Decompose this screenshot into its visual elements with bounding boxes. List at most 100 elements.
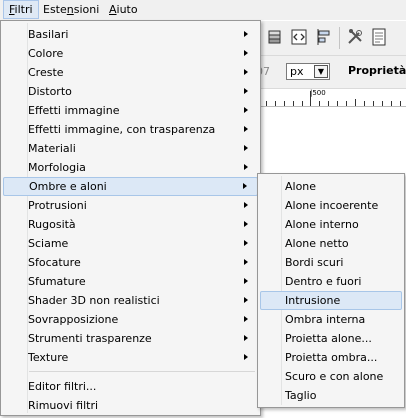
menubar: Filtri Estensioni Aiuto (0, 0, 406, 21)
menu-item-sfocature[interactable]: Sfocature (3, 253, 258, 272)
menu-item-distorto[interactable]: Distorto (3, 82, 258, 101)
menu-item-creste[interactable]: Creste (3, 63, 258, 82)
submenu-item-intrusione[interactable]: Intrusione (260, 291, 402, 310)
menu-item-label: Morfologia (28, 161, 86, 174)
menu-estensioni-label-a: Este (43, 3, 67, 16)
submenu-item-label: Proietta ombra... (285, 351, 378, 364)
submenu-item-ombra-interna[interactable]: Ombra interna (260, 310, 402, 329)
unit-select[interactable]: px ▼ (286, 63, 330, 80)
xml-editor-icon[interactable] (290, 28, 308, 46)
menu-item-texture[interactable]: Texture (3, 348, 258, 367)
menu-item-sfumature[interactable]: Sfumature (3, 272, 258, 291)
submenu-item-label: Alone incoerente (285, 199, 379, 212)
chevron-down-icon[interactable]: ▼ (314, 65, 328, 78)
submenu-item-label: Dentro e fuori (285, 275, 362, 288)
menu-item-label: Colore (28, 47, 64, 60)
menu-item-rimuovi-filtri[interactable]: Rimuovi filtri (3, 396, 258, 415)
menu-item-label: Strumenti trasparenze (28, 332, 152, 345)
submenu-arrow-icon (243, 183, 247, 189)
submenu-item-proietta-ombra[interactable]: Proietta ombra... (260, 348, 402, 367)
submenu-arrow-icon (244, 107, 248, 113)
submenu-item-alone-incoerente[interactable]: Alone incoerente (260, 196, 402, 215)
submenu-arrow-icon (244, 164, 248, 170)
submenu-item-label: Taglio (285, 389, 317, 402)
submenu-arrow-icon (244, 69, 248, 75)
shadows-glows-submenu: Alone Alone incoerente Alone interno Alone … (257, 173, 405, 408)
menu-item-label: Protrusioni (28, 199, 87, 212)
unit-select-value: px (290, 65, 304, 78)
menu-item-effetti-immagine-con-trasparenza[interactable]: Effetti immagine, con trasparenza (3, 120, 258, 139)
menu-item-label: Creste (28, 66, 64, 79)
menu-item-sovrapposizione[interactable]: Sovrapposizione (3, 310, 258, 329)
menu-item-materiali[interactable]: Materiali (3, 139, 258, 158)
menu-item-label: Sfocature (28, 256, 81, 269)
menu-item-shader-3d-non-realistici[interactable]: Shader 3D non realistici (3, 291, 258, 310)
menu-item-label: Distorto (28, 85, 72, 98)
document-properties-icon[interactable] (370, 28, 388, 46)
menu-item-label: Ombre e aloni (29, 180, 107, 193)
menu-item-label: Sfumature (28, 275, 86, 288)
filters-menu: Basilari Colore Creste Distorto Effetti imma… (0, 20, 261, 416)
submenu-arrow-icon (244, 297, 248, 303)
submenu-arrow-icon (244, 259, 248, 265)
submenu-item-label: Alone (285, 180, 317, 193)
menu-item-label: Effetti immagine, con trasparenza (28, 123, 216, 136)
menu-item-label: Rimuovi filtri (28, 399, 99, 412)
submenu-item-label: Alone netto (285, 237, 349, 250)
submenu-item-label: Intrusione (285, 294, 341, 307)
properties-label: Proprietà: (348, 64, 406, 77)
commands-toolbar (256, 21, 406, 56)
menu-item-effetti-immagine[interactable]: Effetti immagine (3, 101, 258, 120)
menu-item-label: Texture (28, 351, 69, 364)
submenu-arrow-icon (244, 88, 248, 94)
submenu-item-alone-interno[interactable]: Alone interno (260, 215, 402, 234)
preferences-tools-icon[interactable] (346, 28, 364, 46)
menu-item-strumenti-trasparenze[interactable]: Strumenti trasparenze (3, 329, 258, 348)
ruler-ticks (266, 91, 401, 106)
menu-aiuto-label: iuto (116, 3, 138, 16)
menu-item-rugosita[interactable]: Rugosità (3, 215, 258, 234)
submenu-arrow-icon (244, 221, 248, 227)
submenu-arrow-icon (244, 31, 248, 37)
menu-item-ombre-e-aloni[interactable]: Ombre e aloni (3, 177, 258, 196)
horizontal-ruler: |500 (256, 89, 406, 107)
ruler-label: |500 (310, 89, 326, 97)
align-distribute-icon[interactable] (314, 28, 332, 46)
menu-item-label: Effetti immagine (28, 104, 120, 117)
menu-separator (29, 371, 255, 372)
submenu-arrow-icon (244, 126, 248, 132)
menu-item-label: Shader 3D non realistici (28, 294, 160, 307)
submenu-arrow-icon (244, 335, 248, 341)
submenu-item-dentro-e-fuori[interactable]: Dentro e fuori (260, 272, 402, 291)
submenu-item-label: Alone interno (285, 218, 359, 231)
submenu-item-label: Ombra interna (285, 313, 366, 326)
submenu-item-alone[interactable]: Alone (260, 177, 402, 196)
menu-aiuto[interactable]: Aiuto (104, 0, 143, 19)
submenu-item-label: Proietta alone... (285, 332, 372, 345)
submenu-arrow-icon (244, 50, 248, 56)
submenu-item-label: Bordi scuri (285, 256, 344, 269)
menu-item-colore[interactable]: Colore (3, 44, 258, 63)
menu-aiuto-accesskey: A (109, 3, 117, 16)
menu-item-label: Editor filtri... (28, 380, 97, 393)
submenu-arrow-icon (244, 278, 248, 284)
menu-item-label: Sciame (28, 237, 69, 250)
submenu-item-taglio[interactable]: Taglio (260, 386, 402, 405)
submenu-item-scuro-e-con-alone[interactable]: Scuro e con alone (260, 367, 402, 386)
menu-filtri-label: iltri (14, 3, 33, 16)
submenu-item-bordi-scuri[interactable]: Bordi scuri (260, 253, 402, 272)
menu-item-protrusioni[interactable]: Protrusioni (3, 196, 258, 215)
menu-item-editor-filtri[interactable]: Editor filtri... (3, 377, 258, 396)
layers-icon[interactable] (266, 28, 284, 46)
menu-item-morfologia[interactable]: Morfologia (3, 158, 258, 177)
menu-estensioni-label-b: sioni (73, 3, 100, 16)
menu-item-sciame[interactable]: Sciame (3, 234, 258, 253)
submenu-arrow-icon (244, 316, 248, 322)
submenu-arrow-icon (244, 202, 248, 208)
submenu-item-proietta-alone[interactable]: Proietta alone... (260, 329, 402, 348)
menu-filtri[interactable]: Filtri (3, 0, 39, 19)
submenu-item-alone-netto[interactable]: Alone netto (260, 234, 402, 253)
menu-estensioni[interactable]: Estensioni (38, 0, 104, 19)
menu-item-basilari[interactable]: Basilari (3, 25, 258, 44)
submenu-arrow-icon (244, 354, 248, 360)
